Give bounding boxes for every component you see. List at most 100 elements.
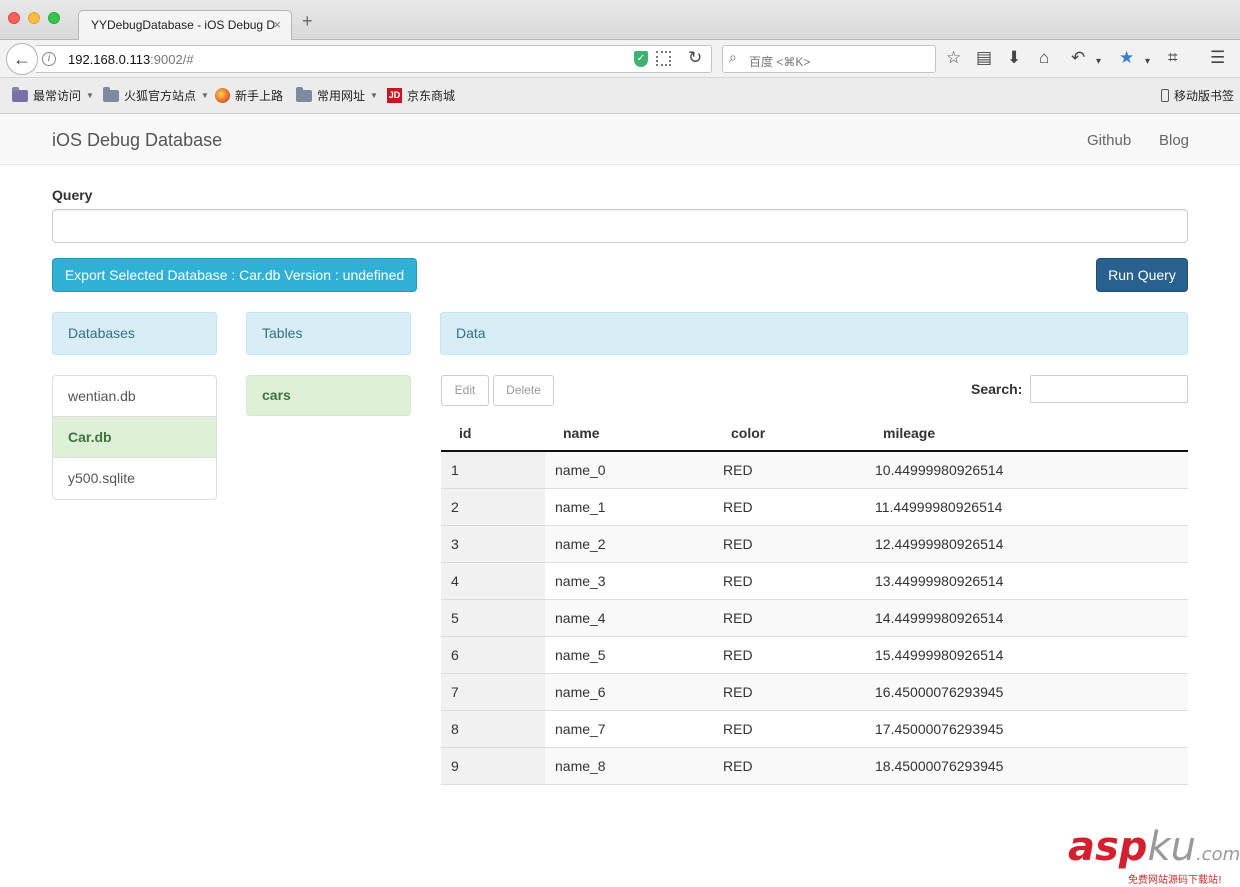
home-icon[interactable]: ⌂: [1039, 48, 1049, 68]
table-cell-mileage: 18.45000076293945: [865, 747, 1188, 785]
table-cell-id: 5: [441, 599, 545, 637]
table-cell-name: name_1: [545, 488, 713, 526]
watermark-brand-c: .com: [1195, 844, 1240, 865]
search-bar[interactable]: ⌕ 百度 <⌘K>: [722, 45, 936, 73]
table-cell-name: name_7: [545, 710, 713, 748]
bookmark-getting-started[interactable]: 新手上路: [215, 87, 283, 104]
table-row[interactable]: 4 name_3 RED 13.44999980926514: [441, 562, 1188, 600]
bookmark-most-visited[interactable]: 最常访问 ▼: [12, 86, 94, 104]
menu-icon[interactable]: ☰: [1210, 48, 1225, 68]
address-bar[interactable]: i 192.168.0.113:9002/# ✓ ↻: [36, 45, 712, 73]
query-input[interactable]: [52, 209, 1188, 243]
table-header-row: id name color mileage: [441, 415, 1188, 452]
table-row[interactable]: 6 name_5 RED 15.44999980926514: [441, 636, 1188, 674]
chevron-down-icon: ▼: [370, 91, 378, 100]
column-header-color[interactable]: color: [713, 415, 865, 452]
table-cell-color: RED: [713, 747, 865, 785]
table-row[interactable]: 9 name_8 RED 18.45000076293945: [441, 747, 1188, 785]
bookmark-jd[interactable]: JD 京东商城: [387, 87, 455, 104]
table-cell-mileage: 13.44999980926514: [865, 562, 1188, 600]
bookmark-star-icon[interactable]: ☆: [946, 48, 961, 68]
table-cell-id: 6: [441, 636, 545, 674]
bookmark-mobile[interactable]: 移动版书签: [1161, 87, 1234, 104]
chevron-down-icon[interactable]: ▾: [1096, 52, 1101, 72]
bookmark-label: 火狐官方站点: [124, 89, 197, 103]
chevron-down-icon: ▼: [201, 91, 209, 100]
reading-list-icon[interactable]: ▤: [976, 48, 992, 68]
table-cell-name: name_2: [545, 525, 713, 563]
chevron-down-icon[interactable]: ▾: [1145, 52, 1150, 72]
qr-code-icon[interactable]: [656, 51, 671, 66]
database-list: wentian.db Car.db y500.sqlite: [52, 375, 217, 500]
table-cell-name: name_6: [545, 673, 713, 711]
table-row[interactable]: 2 name_1 RED 11.44999980926514: [441, 488, 1188, 526]
bookmark-label: 最常访问: [33, 89, 82, 103]
table-cell-id: 2: [441, 488, 545, 526]
folder-icon: [296, 86, 312, 102]
table-cell-name: name_3: [545, 562, 713, 600]
table-row[interactable]: 1 name_0 RED 10.44999980926514: [441, 451, 1188, 489]
crop-icon[interactable]: ⌗: [1168, 48, 1178, 68]
table-row[interactable]: 8 name_7 RED 17.45000076293945: [441, 710, 1188, 748]
edit-button[interactable]: Edit: [441, 375, 489, 406]
zoom-window-button[interactable]: [48, 12, 60, 24]
address-text[interactable]: 192.168.0.113:9002/#: [68, 52, 194, 67]
table-cell-id: 9: [441, 747, 545, 785]
download-icon[interactable]: ⬇: [1007, 48, 1021, 68]
data-table: id name color mileage 1 name_0 RED 10.44999…: [441, 415, 1188, 785]
undo-icon[interactable]: ↶: [1071, 48, 1085, 68]
table-cell-mileage: 17.45000076293945: [865, 710, 1188, 748]
table-cell-color: RED: [713, 673, 865, 711]
table-cell-mileage: 16.45000076293945: [865, 673, 1188, 711]
info-icon[interactable]: i: [42, 52, 56, 66]
search-input[interactable]: [1030, 375, 1188, 403]
bookmark-common-sites[interactable]: 常用网址 ▼: [296, 86, 378, 104]
chevron-down-icon: ▼: [86, 91, 94, 100]
bookmark-firefox-sites[interactable]: 火狐官方站点 ▼: [103, 86, 209, 104]
jd-icon: JD: [387, 88, 402, 103]
table-cell-color: RED: [713, 636, 865, 674]
browser-tab[interactable]: YYDebugDatabase - iOS Debug D ×: [78, 10, 292, 40]
column-header-mileage[interactable]: mileage: [865, 415, 1188, 452]
table-cell-mileage: 15.44999980926514: [865, 636, 1188, 674]
table-cell-mileage: 11.44999980926514: [865, 488, 1188, 526]
table-item-cars[interactable]: cars: [246, 375, 411, 416]
column-header-name[interactable]: name: [545, 415, 713, 452]
table-cell-id: 4: [441, 562, 545, 600]
shield-icon[interactable]: ✓: [634, 51, 648, 67]
back-button[interactable]: ←: [6, 43, 38, 75]
reload-icon[interactable]: ↻: [688, 48, 702, 68]
table-cell-color: RED: [713, 710, 865, 748]
column-header-id[interactable]: id: [441, 415, 545, 452]
phone-icon: [1161, 89, 1169, 102]
table-row[interactable]: 5 name_4 RED 14.44999980926514: [441, 599, 1188, 637]
table-cell-mileage: 10.44999980926514: [865, 451, 1188, 489]
data-panel-heading: Data: [440, 312, 1188, 355]
export-database-button[interactable]: Export Selected Database : Car.db Versio…: [52, 258, 417, 292]
nav-link-blog[interactable]: Blog: [1159, 132, 1189, 149]
watermark-brand-a: asp: [1068, 824, 1148, 870]
watermark-subtitle: 免费网站源码下载站!: [1128, 875, 1223, 886]
app-brand[interactable]: iOS Debug Database: [52, 130, 222, 151]
extension-star-icon[interactable]: ★: [1119, 48, 1134, 68]
table-row[interactable]: 3 name_2 RED 12.44999980926514: [441, 525, 1188, 563]
table-row[interactable]: 7 name_6 RED 16.45000076293945: [441, 673, 1188, 711]
bookmarks-bar: 最常访问 ▼ 火狐官方站点 ▼ 新手上路 常用网址 ▼ JD 京东商城 移动版书…: [0, 78, 1240, 114]
tab-close-icon[interactable]: ×: [273, 11, 281, 39]
browser-toolbar: i 192.168.0.113:9002/# ✓ ↻ ← ⌕ 百度 <⌘K> ☆…: [0, 40, 1240, 78]
new-tab-button[interactable]: +: [302, 12, 313, 30]
table-cell-color: RED: [713, 451, 865, 489]
minimize-window-button[interactable]: [28, 12, 40, 24]
browser-tab-bar: YYDebugDatabase - iOS Debug D × +: [0, 0, 1240, 40]
run-query-button[interactable]: Run Query: [1096, 258, 1188, 292]
nav-link-github[interactable]: Github: [1087, 132, 1131, 149]
query-label: Query: [52, 187, 93, 203]
close-window-button[interactable]: [8, 12, 20, 24]
delete-button[interactable]: Delete: [493, 375, 554, 406]
search-label: Search:: [971, 381, 1023, 397]
database-item-car[interactable]: Car.db: [53, 417, 216, 458]
table-cell-id: 8: [441, 710, 545, 748]
database-item-wentian[interactable]: wentian.db: [53, 376, 216, 417]
bookmark-label: 京东商城: [407, 89, 456, 103]
database-item-y500[interactable]: y500.sqlite: [53, 458, 216, 499]
